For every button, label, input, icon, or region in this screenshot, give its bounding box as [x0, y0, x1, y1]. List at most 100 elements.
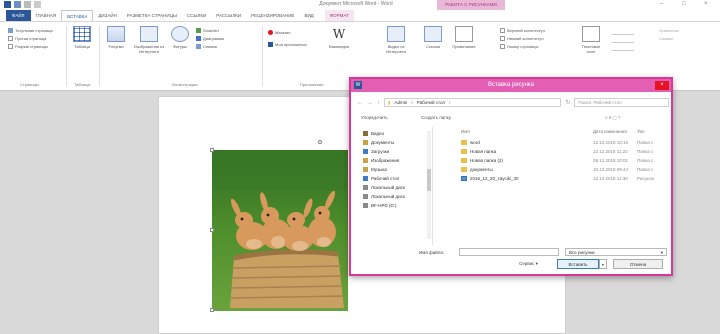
nav-item-downloads[interactable]: Загрузки: [363, 149, 389, 154]
nav-item-music[interactable]: Музыка: [363, 167, 387, 172]
online-video-button[interactable]: Видео из Интернета: [382, 26, 410, 54]
close-icon[interactable]: ×: [655, 81, 669, 90]
footer-button[interactable]: Нижний колонтитул: [500, 36, 544, 41]
equation-button[interactable]: Уравнение: [652, 28, 679, 33]
pictures-icon: [107, 26, 125, 42]
breadcrumb-desktop[interactable]: Рабочий стол: [417, 99, 445, 106]
back-arrow-icon[interactable]: ←: [357, 100, 363, 106]
breadcrumb-admin[interactable]: Admin: [394, 99, 407, 106]
tab-view[interactable]: ВИД: [299, 10, 318, 21]
search-input[interactable]: Поиск: Рабочий стол: [574, 98, 669, 107]
pictures-button[interactable]: Рисунки: [102, 26, 130, 49]
smartart-button[interactable]: SmartArt: [196, 28, 219, 33]
resize-handle[interactable]: [210, 228, 214, 232]
address-bar[interactable]: ▮ Admin › Рабочий стол ›: [384, 98, 562, 107]
scroll-thumb[interactable]: [427, 169, 431, 191]
undo-icon[interactable]: [24, 1, 31, 8]
cover-page-button[interactable]: Титульная страница: [8, 28, 53, 33]
forward-arrow-icon[interactable]: →: [367, 100, 373, 106]
file-row[interactable]: Новая папка 12.12.2018 11:22 Папка с: [437, 148, 667, 157]
wikipedia-button[interactable]: W Википедия: [326, 26, 352, 49]
symbol-button[interactable]: Символ: [652, 36, 673, 41]
file-row[interactable]: Новая папка (2) 08.12.2018 10:01 Папка с: [437, 157, 667, 166]
page-number-button[interactable]: Номер страницы: [500, 44, 538, 49]
filename-input[interactable]: [459, 248, 559, 256]
address-row: ← → ↑ ▮ Admin › Рабочий стол › ↻ Поиск: …: [357, 97, 669, 108]
maximize-icon[interactable]: □: [682, 1, 686, 7]
text-tools-icon[interactable]: [612, 27, 634, 51]
nav-item-documents[interactable]: Документы: [363, 140, 394, 145]
equation-icon: [652, 28, 657, 33]
new-folder-button[interactable]: Создать папку: [421, 115, 451, 120]
up-arrow-icon[interactable]: ↑: [377, 100, 380, 106]
column-header-date[interactable]: Дата изменения: [593, 129, 627, 134]
table-button[interactable]: Таблица: [70, 26, 94, 49]
file-row[interactable]: word 12.12.2018 10:15 Папка с: [437, 139, 667, 148]
column-header-type[interactable]: Тип: [637, 129, 645, 134]
group-divider: [66, 26, 67, 86]
textbox-button[interactable]: Текстовое поле: [578, 26, 604, 54]
insert-button[interactable]: Вставить: [557, 259, 599, 269]
nav-item-desktop[interactable]: Рабочий стол: [363, 176, 399, 181]
online-pictures-button[interactable]: Изображения из Интернета: [132, 26, 166, 54]
header-button[interactable]: Верхний колонтитул: [500, 28, 545, 33]
insert-dropdown-icon[interactable]: ▾: [599, 259, 607, 269]
tab-home[interactable]: ГЛАВНАЯ: [31, 10, 62, 21]
file-row[interactable]: документы 10.12.2018 09:44 Папка с: [437, 166, 667, 175]
nav-item-drive-d[interactable]: BF-HPD (D:): [363, 203, 397, 208]
inserted-rabbit-picture[interactable]: [212, 150, 348, 311]
nav-item-video[interactable]: Видео: [363, 131, 384, 136]
links-button[interactable]: Ссылки: [422, 26, 444, 49]
shapes-button[interactable]: Фигуры: [168, 26, 192, 49]
resize-handle[interactable]: [210, 308, 214, 312]
refresh-icon[interactable]: ↻: [565, 99, 570, 106]
context-tab-group: РАБОТА С РИСУНКАМИ: [437, 0, 505, 10]
cancel-button[interactable]: Отмена: [613, 259, 663, 269]
file-name: Новая папка (2): [470, 158, 503, 163]
nav-item-label: Музыка: [371, 167, 387, 172]
organize-button[interactable]: Упорядочить: [361, 115, 388, 120]
filetype-select[interactable]: Все рисунки ▾: [565, 248, 667, 256]
tab-references[interactable]: ССЫЛКИ: [182, 10, 211, 21]
comment-button[interactable]: Примечание: [448, 26, 480, 49]
screenshot-button[interactable]: Снимок: [196, 44, 217, 49]
equation-label: Уравнение: [659, 28, 680, 33]
tab-format[interactable]: ФОРМАТ: [324, 10, 354, 21]
store-icon: [268, 30, 273, 35]
chevron-down-icon[interactable]: ›: [449, 99, 451, 106]
minimize-icon[interactable]: –: [660, 1, 663, 7]
wikipedia-icon: W: [332, 27, 346, 41]
symbol-label: Символ: [659, 36, 674, 41]
tab-mailings[interactable]: РАССЫЛКИ: [211, 10, 246, 21]
column-header-name[interactable]: Имя: [461, 129, 470, 134]
store-button[interactable]: Магазин: [268, 30, 290, 35]
image-file-icon: [461, 176, 467, 181]
tab-design[interactable]: ДИЗАЙН: [93, 10, 122, 21]
tab-review[interactable]: РЕЦЕНЗИРОВАНИЕ: [246, 10, 299, 21]
tab-layout[interactable]: РАЗМЕТКА СТРАНИЦЫ: [122, 10, 182, 21]
tab-file[interactable]: ФАЙЛ: [6, 10, 31, 21]
nav-item-local-disk[interactable]: Локальный диск: [363, 185, 405, 190]
chart-button[interactable]: Диаграмма: [196, 36, 224, 41]
file-row[interactable]: 2016_12_20_zayciki_30 12.12.2018 11:30 Р…: [437, 175, 667, 184]
page-break-icon: [8, 44, 13, 49]
tab-insert[interactable]: ВСТАВКА: [61, 10, 94, 21]
save-icon[interactable]: [14, 1, 21, 8]
nav-item-pictures[interactable]: Изображения: [363, 158, 399, 163]
resize-handle[interactable]: [210, 148, 214, 152]
my-apps-button[interactable]: Мои приложения: [268, 42, 307, 47]
page-break-button[interactable]: Разрыв страницы: [8, 44, 48, 49]
view-options-icon[interactable]: ≡ ▾ ▢ ?: [605, 115, 620, 121]
dialog-title-bar[interactable]: W Вставка рисунка ×: [351, 79, 671, 92]
service-button[interactable]: Сервис ▾: [519, 261, 538, 267]
redo-icon[interactable]: [34, 1, 41, 8]
nav-item-local-disk[interactable]: Локальный диск: [363, 194, 405, 199]
video-folder-icon: [363, 131, 368, 136]
blank-page-button[interactable]: Пустая страница: [8, 36, 46, 41]
screenshot-label: Снимок: [203, 44, 218, 49]
group-pages-label: Страницы: [20, 82, 39, 87]
close-window-icon[interactable]: ×: [704, 1, 708, 7]
rotate-handle[interactable]: [318, 140, 322, 144]
nav-scrollbar[interactable]: [427, 131, 431, 239]
folder-icon: [461, 140, 467, 145]
